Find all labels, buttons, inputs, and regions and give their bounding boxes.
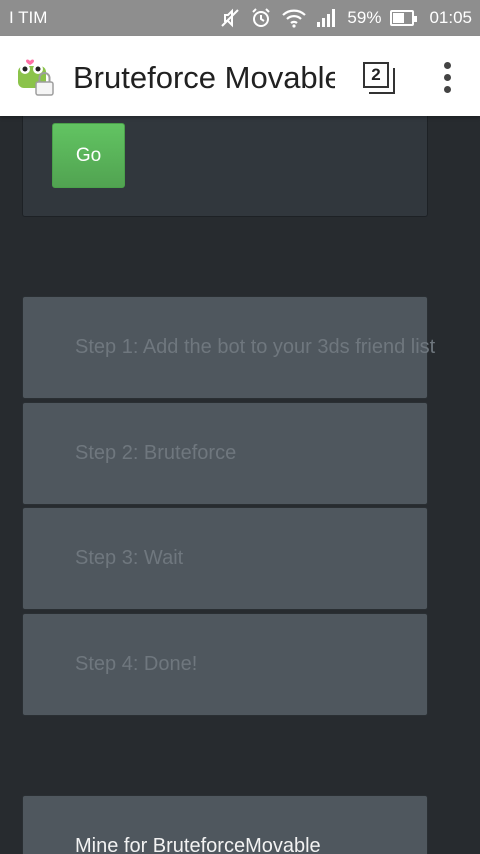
- app-frog-lock-icon: [16, 58, 56, 98]
- app-bar: Bruteforce Movable 2: [0, 36, 480, 116]
- step-card-1: Step 1: Add the bot to your 3ds friend l…: [22, 296, 435, 399]
- mute-icon: [219, 7, 241, 29]
- tab-switcher-button[interactable]: 2: [360, 58, 400, 98]
- page-content: Go Step 1: Add the bot to your 3ds frien…: [0, 116, 480, 854]
- carrier-name: I TIM: [9, 8, 48, 27]
- step-card-4: Step 4: Done!: [22, 613, 428, 716]
- status-bar: I TIM 59% 01:05: [0, 0, 480, 36]
- step-label: Step 2: Bruteforce: [75, 442, 237, 464]
- tab-count: 2: [363, 62, 389, 88]
- step-label: Step 4: Done!: [75, 653, 198, 675]
- signal-icon: [316, 8, 338, 28]
- step-card-2: Step 2: Bruteforce: [22, 402, 428, 505]
- mine-card[interactable]: Mine for BruteforceMovable: [22, 795, 428, 854]
- alarm-icon: [250, 7, 272, 29]
- input-card: Go: [22, 116, 428, 217]
- step-label: Step 1: Add the bot to your 3ds friend l…: [75, 336, 436, 358]
- step-card-3: Step 3: Wait: [22, 507, 428, 610]
- go-button[interactable]: Go: [52, 123, 125, 188]
- clock: 01:05: [429, 8, 472, 27]
- wifi-icon: [281, 7, 307, 29]
- mine-label: Mine for BruteforceMovable: [75, 835, 321, 854]
- battery-icon: [390, 10, 418, 26]
- overflow-menu-icon[interactable]: [436, 60, 460, 96]
- page-title: Bruteforce Movable: [73, 60, 335, 95]
- battery-percent: 59%: [347, 8, 382, 27]
- status-icons: 59% 01:05: [219, 0, 472, 36]
- step-label: Step 3: Wait: [75, 547, 184, 569]
